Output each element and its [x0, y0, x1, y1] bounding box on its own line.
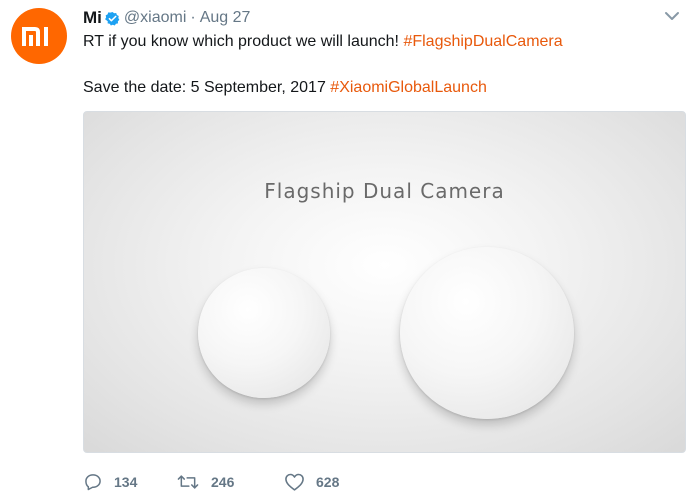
avatar[interactable]: mi	[11, 8, 67, 64]
tweet-actions: 134 246 628	[83, 470, 339, 494]
retweet-button[interactable]: 246	[176, 472, 284, 492]
retweet-icon	[177, 475, 199, 489]
heart-icon	[285, 473, 304, 491]
like-count: 628	[316, 474, 340, 490]
author-handle[interactable]: @xiaomi	[124, 9, 186, 27]
tweet-text-2: Save the date: 5 September, 2017	[83, 79, 331, 96]
reply-bubble-icon	[85, 474, 101, 491]
tweet-media-image[interactable]: Flagship Dual Camera	[83, 111, 686, 453]
verified-badge-icon	[104, 11, 120, 26]
header-separator: ·	[190, 9, 196, 26]
author-name[interactable]: Mi	[83, 8, 102, 28]
hashtag-global-launch[interactable]: #XiaomiGlobalLaunch	[330, 79, 487, 96]
tweet-text-line-2: Save the date: 5 September, 2017 #Xiaomi…	[83, 79, 487, 97]
reply-count: 134	[114, 474, 138, 490]
small-camera-lens	[198, 268, 330, 398]
tweet-text-1: RT if you know which product we will lau…	[83, 33, 404, 50]
reply-button[interactable]: 134	[83, 472, 176, 492]
tweet-card: mi Mi @xiaomi · Aug 27 RT if you know wh…	[0, 0, 700, 501]
media-title: Flagship Dual Camera	[264, 179, 505, 203]
retweet-count: 246	[211, 474, 235, 490]
large-camera-lens	[400, 247, 574, 419]
tweet-date[interactable]: Aug 27	[200, 9, 251, 27]
mi-logo-icon	[22, 27, 48, 46]
tweet-header: Mi @xiaomi · Aug 27	[83, 7, 250, 29]
hashtag-flagship[interactable]: #FlagshipDualCamera	[403, 33, 562, 50]
like-button[interactable]: 628	[284, 472, 339, 492]
chevron-down-icon[interactable]	[663, 9, 681, 23]
tweet-text-line-1: RT if you know which product we will lau…	[83, 33, 563, 51]
